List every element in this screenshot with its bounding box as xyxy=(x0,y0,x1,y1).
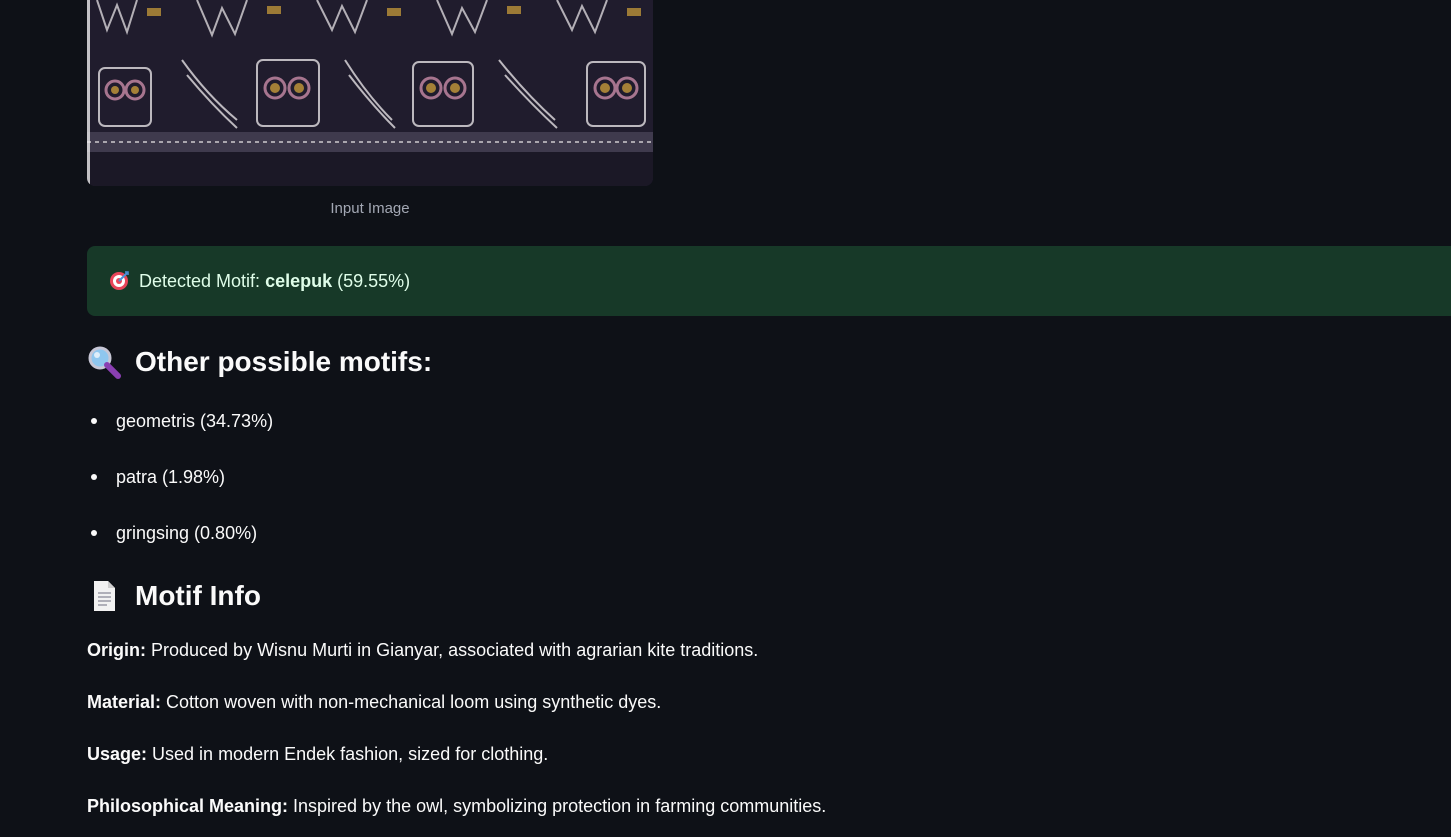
list-item: patra (1.98%) xyxy=(87,456,273,512)
other-motifs-list: geometris (34.73%) patra (1.98%) gringsi… xyxy=(87,400,273,568)
meaning-text: Inspired by the owl, symbolizing protect… xyxy=(288,796,827,816)
detected-motif-name: celepuk xyxy=(265,270,333,291)
list-item: geometris (34.73%) xyxy=(87,400,273,456)
meaning-line: Philosophical Meaning: Inspired by the o… xyxy=(87,796,826,817)
origin-line: Origin: Produced by Wisnu Murti in Giany… xyxy=(87,640,758,661)
endek-textile-image xyxy=(87,0,653,186)
usage-text: Used in modern Endek fashion, sized for … xyxy=(147,744,549,764)
target-icon xyxy=(110,271,129,290)
motif-info-heading: Motif Info xyxy=(87,579,261,613)
material-line: Material: Cotton woven with non-mechanic… xyxy=(87,692,661,713)
other-motifs-heading-text: Other possible motifs: xyxy=(135,346,433,377)
meaning-label: Philosophical Meaning: xyxy=(87,796,289,816)
document-icon xyxy=(94,581,115,611)
origin-label: Origin: xyxy=(87,640,146,660)
material-text: Cotton woven with non-mechanical loom us… xyxy=(161,692,662,712)
app-page: Input Image Detected Motif: celepuk (59.… xyxy=(0,0,1451,837)
usage-label: Usage: xyxy=(87,744,148,764)
usage-line: Usage: Used in modern Endek fashion, siz… xyxy=(87,744,548,765)
detected-confidence: (59.55%) xyxy=(332,270,411,291)
input-image xyxy=(87,0,653,186)
motif-info-heading-text: Motif Info xyxy=(135,580,261,611)
material-label: Material: xyxy=(87,692,162,712)
origin-text: Produced by Wisnu Murti in Gianyar, asso… xyxy=(146,640,759,660)
other-motifs-heading: Other possible motifs: xyxy=(87,345,432,379)
list-item: gringsing (0.80%) xyxy=(87,512,273,568)
magnifier-icon xyxy=(88,346,121,379)
detected-motif-alert: Detected Motif: celepuk (59.55%) xyxy=(87,246,1451,316)
image-caption: Input Image xyxy=(330,200,410,217)
detected-prefix: Detected Motif: xyxy=(139,270,266,291)
